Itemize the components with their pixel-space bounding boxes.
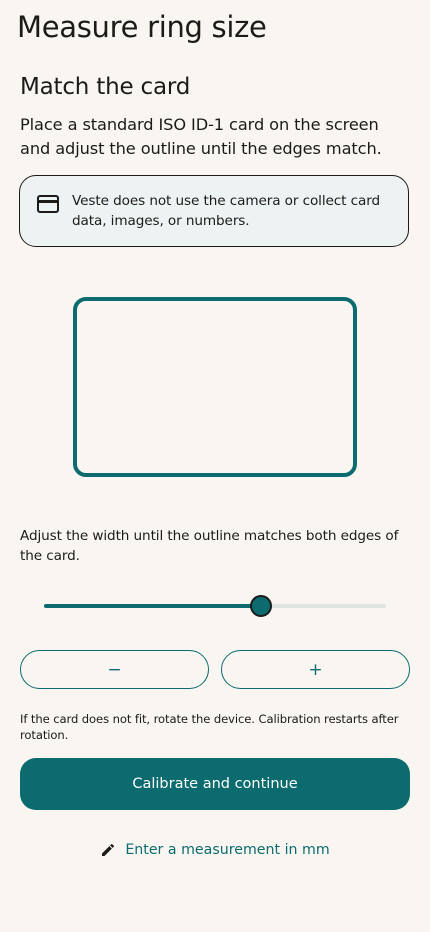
credit-card-icon	[37, 195, 59, 213]
pencil-icon	[102, 843, 115, 856]
adjust-instruction: Adjust the width until the outline match…	[20, 528, 399, 564]
increase-width-button[interactable]: +	[221, 650, 410, 689]
calibrate-continue-button[interactable]: Calibrate and continue	[20, 758, 410, 810]
instructions-text: Place a standard ISO ID-1 card on the sc…	[20, 115, 382, 158]
page-title: Measure ring size	[17, 10, 267, 44]
enter-measurement-label: Enter a measurement in mm	[125, 842, 330, 858]
rotate-device-note: If the card does not fit, rotate the dev…	[20, 712, 399, 742]
slider-thumb[interactable]	[250, 595, 273, 617]
card-outline	[73, 297, 357, 477]
section-title: Match the card	[20, 74, 191, 100]
privacy-notice: Veste does not use the camera or collect…	[19, 175, 409, 247]
enter-measurement-link[interactable]: Enter a measurement in mm	[0, 840, 430, 860]
decrease-width-button[interactable]: −	[20, 650, 209, 689]
width-slider[interactable]	[44, 593, 386, 619]
slider-fill	[44, 604, 262, 608]
privacy-notice-text: Veste does not use the camera or collect…	[72, 193, 381, 229]
